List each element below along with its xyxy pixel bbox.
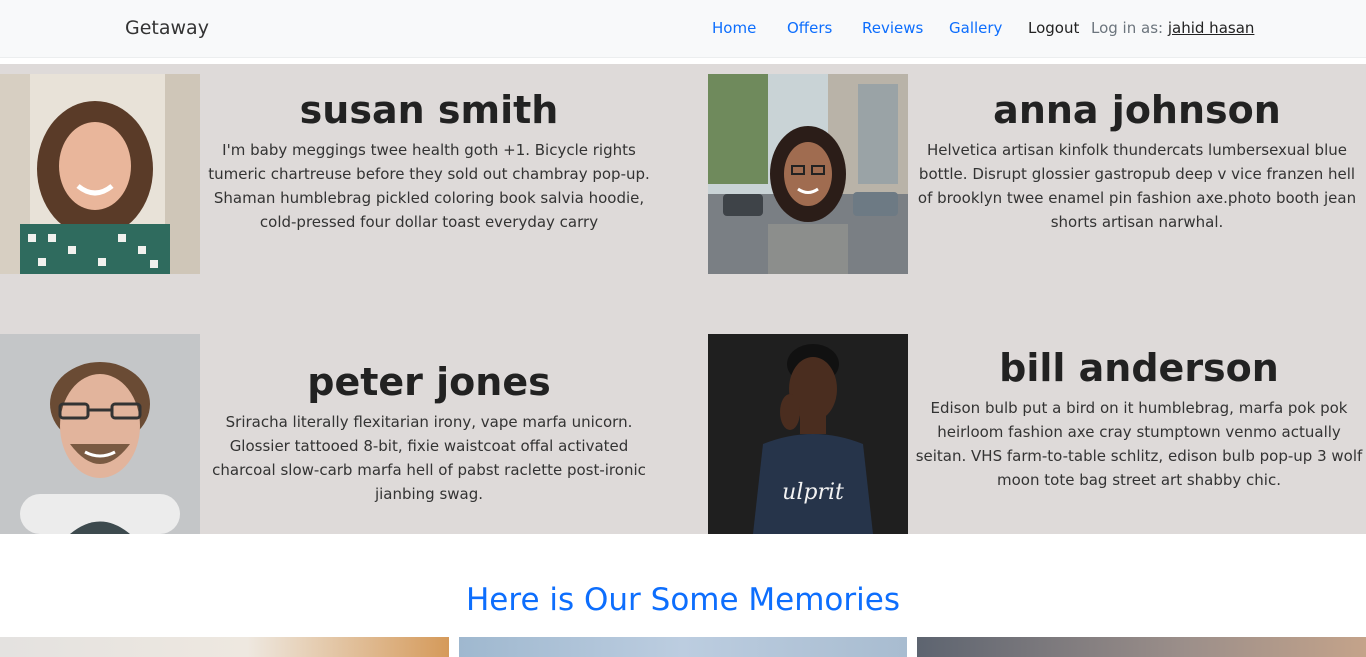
review-content: susan smith I'm baby meggings twee healt… (204, 88, 654, 234)
nav-offers-link[interactable]: Offers (787, 19, 832, 37)
review-card: anna johnson Helvetica artisan kinfolk t… (708, 74, 1366, 274)
gallery-image[interactable] (0, 637, 449, 657)
login-username-link[interactable]: jahid hasan (1168, 19, 1255, 37)
reviewer-name: susan smith (299, 88, 559, 132)
navbar: Getaway Home Offers Reviews Gallery Logo… (0, 0, 1366, 58)
avatar: ulprit (708, 334, 908, 534)
logout-button[interactable]: Logout (1028, 19, 1079, 37)
reviews-section: susan smith I'm baby meggings twee healt… (0, 64, 1366, 534)
gallery-image[interactable] (459, 637, 907, 657)
reviewer-name: bill anderson (999, 346, 1279, 390)
gallery-image[interactable] (917, 637, 1366, 657)
nav-menu: Home Offers Reviews Gallery Logout Log i… (0, 19, 1366, 41)
nav-reviews-link[interactable]: Reviews (862, 19, 923, 37)
login-prefix: Log in as: (1091, 19, 1164, 37)
memories-title: Here is Our Some Memories (466, 582, 900, 618)
reviewer-bio: I'm baby meggings twee health goth +1. B… (208, 140, 650, 231)
reviewer-bio: Sriracha literally flexitarian irony, va… (212, 412, 646, 503)
review-content: bill anderson Edison bulb put a bird on … (912, 346, 1366, 492)
reviewer-bio: Helvetica artisan kinfolk thundercats lu… (917, 140, 1357, 231)
reviewer-name: anna johnson (993, 88, 1281, 132)
avatar (0, 74, 200, 274)
review-card: susan smith I'm baby meggings twee healt… (0, 74, 660, 274)
reviewer-bio: Edison bulb put a bird on it humblebrag,… (915, 398, 1363, 489)
svg-text:ulprit: ulprit (782, 480, 844, 505)
avatar (708, 74, 908, 274)
review-card: peter jones Sriracha literally flexitari… (0, 334, 660, 534)
login-status: Log in as: jahid hasan (1091, 19, 1254, 37)
nav-home-link[interactable]: Home (712, 19, 756, 37)
avatar (0, 334, 200, 534)
nav-gallery-link[interactable]: Gallery (949, 19, 1002, 37)
review-card: ulprit bill anderson Edison bulb put a b… (708, 334, 1366, 534)
reviewer-name: peter jones (307, 360, 551, 404)
review-content: anna johnson Helvetica artisan kinfolk t… (914, 88, 1360, 234)
review-content: peter jones Sriracha literally flexitari… (204, 360, 654, 506)
